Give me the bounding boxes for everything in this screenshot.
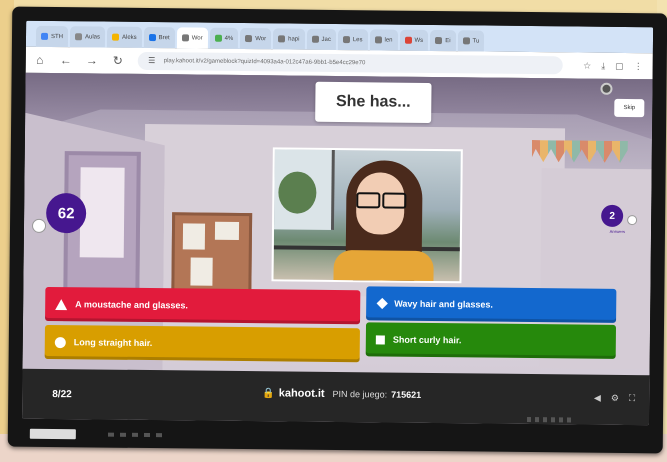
tab-label: STH xyxy=(50,33,64,40)
bezel-buttons xyxy=(526,416,572,423)
tab-favicon xyxy=(462,37,470,45)
tab-6[interactable]: Wor xyxy=(240,27,272,50)
tab-label: Tu xyxy=(472,37,480,44)
question-title: She has... xyxy=(315,81,432,123)
glasses-shape xyxy=(354,192,408,207)
skip-button[interactable]: Skip xyxy=(614,98,645,118)
home-icon[interactable]: ⌂ xyxy=(34,53,46,67)
answers-count: 2 xyxy=(601,204,624,227)
tab-7[interactable]: hapi xyxy=(273,28,305,50)
lock-icon: 🔒 xyxy=(262,387,275,399)
tab-favicon xyxy=(374,36,382,44)
brand-plate xyxy=(29,428,76,440)
footer-controls: ◀ ⚙ ⛶ xyxy=(594,393,635,404)
bottom-ports xyxy=(107,432,168,438)
triangle-icon xyxy=(55,298,68,310)
circle-icon xyxy=(54,336,66,348)
site-info-icon[interactable]: ☰ xyxy=(146,55,158,67)
tab-favicon xyxy=(278,35,286,43)
tab-label: Aleks xyxy=(121,34,137,41)
answer-square[interactable]: Short curly hair. xyxy=(365,322,617,359)
tab-0[interactable]: STH xyxy=(35,25,69,48)
answers-label: Answers xyxy=(609,228,626,235)
tab-label: 4% xyxy=(224,35,234,42)
game-pin-bar: 🔒 kahoot.it PIN de juego: 715621 xyxy=(262,387,421,401)
tab-favicon xyxy=(40,32,49,40)
tab-13[interactable]: Tu xyxy=(457,30,485,52)
person-shirt xyxy=(333,249,434,284)
tab-favicon xyxy=(111,33,120,41)
tab-label: Ws xyxy=(414,37,424,44)
answer-text: Short curly hair. xyxy=(392,334,462,346)
note-paper xyxy=(190,257,213,286)
answer-text: Wavy hair and glasses. xyxy=(394,298,493,310)
tab-5[interactable]: 4% xyxy=(209,27,239,49)
photo-tree xyxy=(278,171,317,214)
timer-handle xyxy=(31,218,47,233)
tab-label: Les xyxy=(352,36,363,43)
tab-favicon xyxy=(245,35,253,43)
tab-2[interactable]: Aleks xyxy=(106,26,142,48)
tab-4-active[interactable]: Wor xyxy=(176,27,208,49)
answers-handle xyxy=(627,215,638,226)
tab-9[interactable]: Les xyxy=(337,28,368,51)
monitor: STH Aulas Aleks Bret Wor 4% Wor hapi Jac… xyxy=(7,6,667,454)
question-progress: 8/22 xyxy=(52,389,72,401)
tab-label: Bret xyxy=(158,34,170,41)
tab-label: hapi xyxy=(288,35,300,43)
answer-triangle[interactable]: A moustache and glasses. xyxy=(45,286,361,325)
screen: STH Aulas Aleks Bret Wor 4% Wor hapi Jac… xyxy=(22,20,654,426)
menu-icon[interactable]: ⋮ xyxy=(634,61,643,72)
corkboard xyxy=(171,212,253,298)
volume-icon[interactable]: ◀ xyxy=(594,393,601,404)
address-text: play.kahoot.it/v2/gameblock?quizId=4093a… xyxy=(163,58,366,67)
reload-icon[interactable]: ↻ xyxy=(112,54,124,68)
site-name: kahoot.it xyxy=(278,387,325,400)
tab-favicon xyxy=(342,36,350,44)
tab-10[interactable]: len xyxy=(369,29,398,51)
note-paper xyxy=(182,223,206,250)
tab-label: Ei xyxy=(445,37,451,44)
tab-favicon xyxy=(214,34,222,42)
pin-label: PIN de juego: xyxy=(332,388,388,400)
tab-3[interactable]: Bret xyxy=(143,26,175,49)
door-glass xyxy=(79,167,125,258)
toolbar-actions: ☆ ⤓ ▢ ⋮ xyxy=(583,60,643,72)
tab-label: len xyxy=(384,36,393,44)
answer-text: A moustache and glasses. xyxy=(75,299,188,311)
answer-circle[interactable]: Long straight hair. xyxy=(44,324,360,363)
answer-diamond[interactable]: Wavy hair and glasses. xyxy=(366,286,617,323)
sound-icon[interactable] xyxy=(600,82,613,95)
address-bar[interactable]: ☰ play.kahoot.it/v2/gameblock?quizId=409… xyxy=(137,51,564,75)
square-icon xyxy=(375,334,385,345)
tab-label: Wor xyxy=(255,35,267,42)
question-image xyxy=(271,147,463,284)
window-icon[interactable]: ▢ xyxy=(615,60,624,71)
settings-icon[interactable]: ⚙ xyxy=(611,393,619,404)
back-icon[interactable]: ← xyxy=(60,53,72,67)
share-icon[interactable]: ☆ xyxy=(583,60,591,71)
tab-1[interactable]: Aulas xyxy=(69,26,106,48)
tab-favicon xyxy=(148,34,156,42)
note-paper xyxy=(214,221,240,240)
timer-counter: 62 xyxy=(45,192,87,234)
tab-favicon xyxy=(311,35,319,43)
forward-icon[interactable]: → xyxy=(86,53,98,67)
tab-favicon xyxy=(181,34,189,42)
answer-text: Long straight hair. xyxy=(73,337,153,349)
kahoot-game: She has... Skip 62 2 Answers A moustache… xyxy=(22,72,653,426)
tab-label: Jac xyxy=(321,36,331,43)
tab-label: Aulas xyxy=(84,33,101,41)
tab-favicon xyxy=(404,36,412,44)
tab-favicon xyxy=(435,37,443,45)
pin-value: 715621 xyxy=(391,389,422,400)
tab-label: Wor xyxy=(191,34,203,42)
tab-favicon xyxy=(74,33,83,41)
diamond-icon xyxy=(376,297,388,310)
tab-8[interactable]: Jac xyxy=(306,28,336,50)
download-icon[interactable]: ⤓ xyxy=(601,60,605,71)
tab-11[interactable]: Ws xyxy=(399,29,429,51)
tab-12[interactable]: Ei xyxy=(430,29,456,52)
fullscreen-icon[interactable]: ⛶ xyxy=(629,393,635,404)
